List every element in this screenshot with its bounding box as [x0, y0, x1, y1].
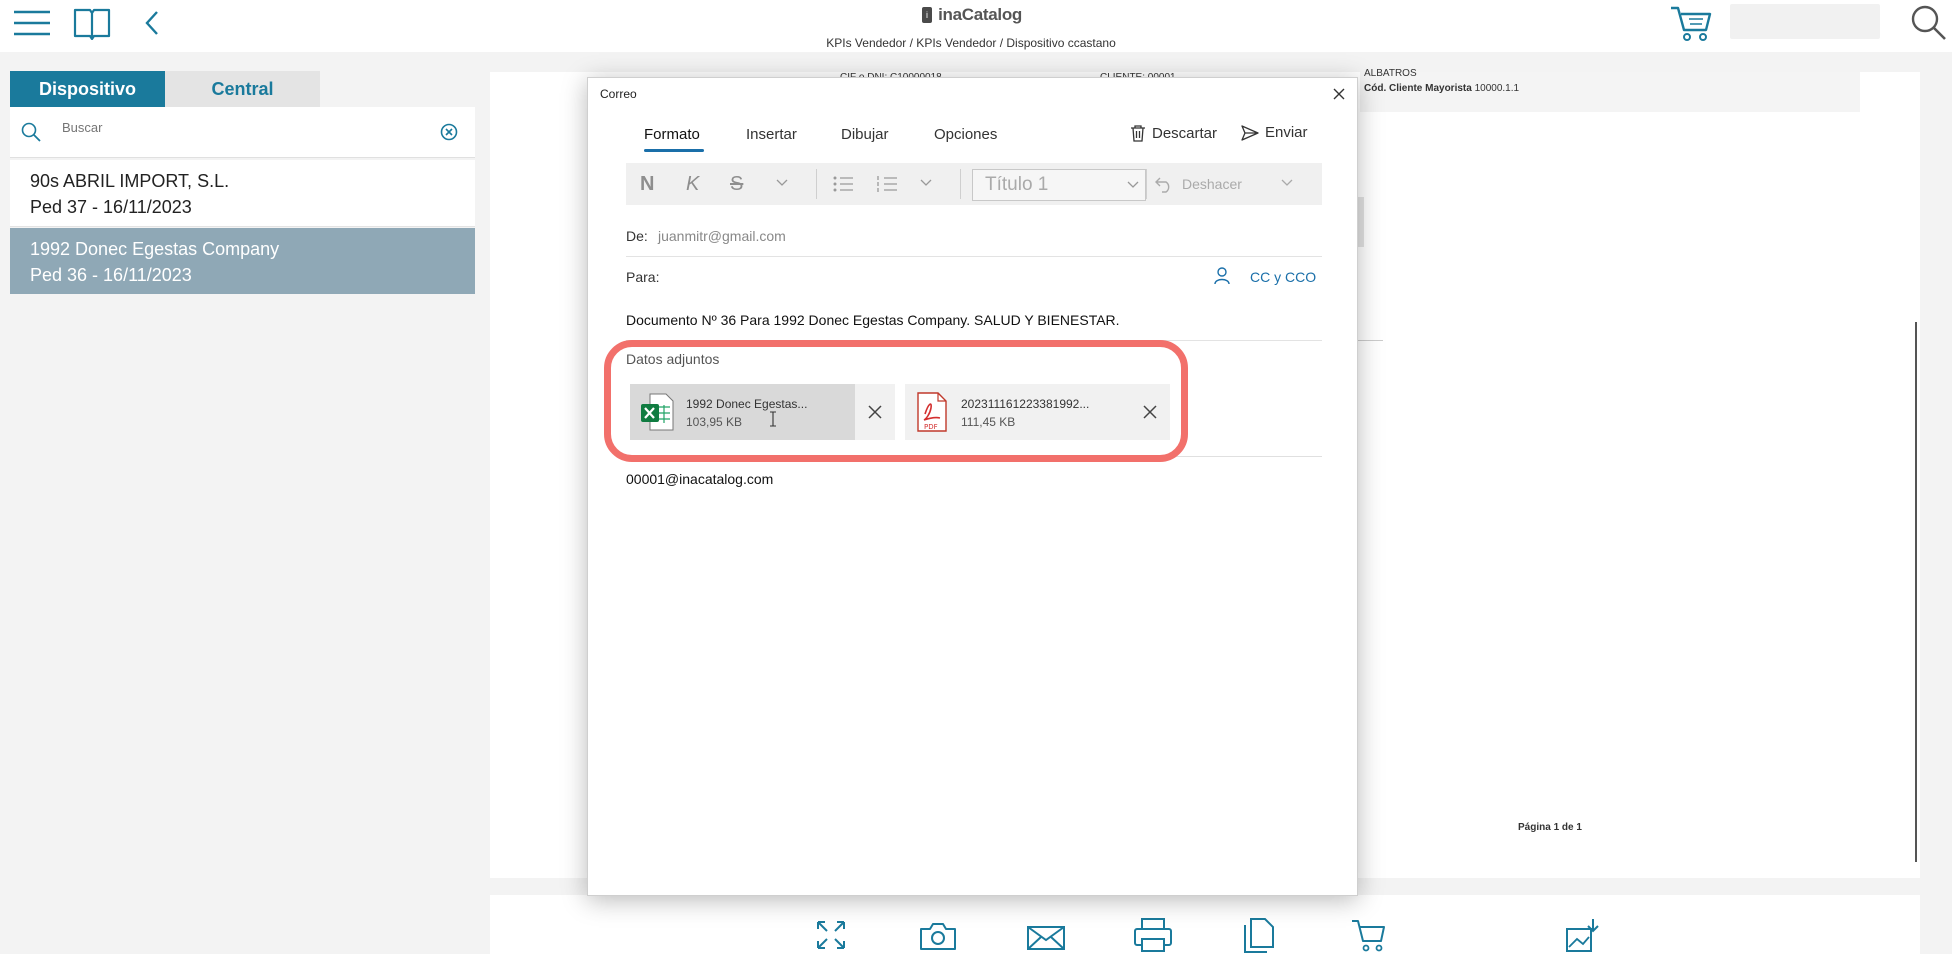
- top-bar: i inaCatalog KPIs Vendedor / KPIs Vended…: [0, 0, 1952, 52]
- toolbar-divider: [1146, 169, 1147, 199]
- bullet-list-icon[interactable]: [832, 175, 854, 193]
- document-toolbar: [490, 895, 1920, 954]
- subject-field[interactable]: Documento Nº 36 Para 1992 Donec Egestas …: [626, 309, 1322, 341]
- attachment-item[interactable]: 1992 Donec Egestas... 103,95 KB: [630, 384, 895, 440]
- attachments-title: Datos adjuntos: [626, 351, 720, 367]
- text-cursor-icon: [769, 411, 777, 427]
- tab-opciones[interactable]: Opciones: [934, 126, 997, 143]
- doc-header-text: ALBATROS: [1364, 68, 1417, 78]
- search-input[interactable]: [60, 119, 424, 136]
- discard-button[interactable]: Descartar: [1130, 124, 1217, 142]
- numbered-list-icon[interactable]: [876, 175, 898, 193]
- list-item[interactable]: 90s ABRIL IMPORT, S.L. Ped 37 - 16/11/20…: [10, 160, 475, 227]
- send-label: Enviar: [1265, 124, 1308, 141]
- to-field[interactable]: Para: CC y CCO: [626, 267, 1322, 297]
- logo-mark-icon: i: [922, 7, 933, 23]
- doc-scrollbar[interactable]: [1915, 322, 1917, 862]
- mail-dialog: Correo Formato Insertar Dibujar Opciones…: [587, 77, 1358, 896]
- bold-button[interactable]: N: [640, 173, 654, 196]
- remove-attachment-button[interactable]: [855, 384, 895, 440]
- attachment-info[interactable]: PDF 202311161223381992... 111,45 KB: [905, 384, 1130, 440]
- doc-divider: [1358, 340, 1383, 341]
- active-tab-indicator: [644, 149, 704, 152]
- excel-file-icon: [640, 393, 674, 431]
- list-item-title: 90s ABRIL IMPORT, S.L.: [30, 171, 230, 191]
- list-search-bar: [10, 107, 475, 158]
- strike-button[interactable]: S: [730, 173, 743, 196]
- heading-style-select[interactable]: Título 1: [972, 169, 1146, 201]
- hamburger-menu-icon[interactable]: [12, 8, 52, 38]
- tab-dispositivo[interactable]: Dispositivo: [10, 71, 165, 107]
- tab-central[interactable]: Central: [165, 71, 320, 107]
- tab-insertar[interactable]: Insertar: [746, 126, 797, 143]
- undo-label: Deshacer: [1182, 176, 1242, 192]
- remove-attachment-button[interactable]: [1130, 384, 1170, 440]
- tab-formato[interactable]: Formato: [644, 126, 700, 143]
- discard-label: Descartar: [1152, 124, 1218, 142]
- doc-client-row: Cód. Cliente Mayorista 10000.1.1: [1364, 83, 1519, 94]
- attachment-item[interactable]: PDF 202311161223381992... 111,45 KB: [905, 384, 1170, 440]
- add-to-cart-icon[interactable]: [1350, 917, 1386, 953]
- expand-icon[interactable]: [815, 919, 847, 951]
- from-value[interactable]: juanmitr@gmail.com: [658, 228, 786, 244]
- message-body[interactable]: 00001@inacatalog.com: [626, 471, 773, 487]
- tab-dibujar[interactable]: Dibujar: [841, 126, 889, 143]
- cc-bcc-link[interactable]: CC y CCO: [1250, 269, 1316, 285]
- chevron-down-icon[interactable]: [1281, 179, 1293, 187]
- search-icon[interactable]: [1908, 2, 1948, 42]
- doc-page-label: Página 1 de 1: [1518, 822, 1582, 833]
- book-icon[interactable]: [72, 6, 112, 40]
- shopping-cart-icon[interactable]: [1668, 2, 1714, 44]
- clear-search-icon[interactable]: [440, 123, 460, 143]
- from-field: De: juanmitr@gmail.com: [626, 226, 1322, 257]
- toolbar-divider: [960, 169, 961, 199]
- list-item-subtitle: Ped 37 - 16/11/2023: [30, 197, 192, 217]
- attachment-size: 111,45 KB: [961, 415, 1016, 429]
- copy-document-icon[interactable]: [1241, 917, 1277, 953]
- attachment-size: 103,95 KB: [686, 415, 743, 429]
- doc-divider: [1358, 197, 1364, 247]
- from-label: De:: [626, 228, 648, 244]
- list-item-title: 1992 Donec Egestas Company: [30, 239, 280, 259]
- download-image-icon[interactable]: [1565, 917, 1601, 953]
- subject-text: Documento Nº 36 Para 1992 Donec Egestas …: [626, 312, 1120, 328]
- attachment-name: 1992 Donec Egestas...: [686, 397, 808, 411]
- chevron-down-icon[interactable]: [776, 179, 788, 187]
- italic-button[interactable]: K: [686, 173, 699, 196]
- list-item-subtitle: Ped 36 - 16/11/2023: [30, 265, 192, 285]
- doc-client-value: 10000.1.1: [1474, 83, 1520, 94]
- panel-tabs: Dispositivo Central: [10, 71, 320, 107]
- send-button[interactable]: Enviar: [1241, 124, 1308, 141]
- breadcrumb: KPIs Vendedor / KPIs Vendedor / Disposit…: [826, 36, 1116, 50]
- undo-icon: [1154, 175, 1174, 193]
- send-icon: [1241, 124, 1259, 141]
- logo-text: inaCatalog: [938, 5, 1022, 24]
- mail-icon[interactable]: [1026, 925, 1066, 951]
- divider: [626, 456, 1322, 457]
- top-search-box[interactable]: [1730, 4, 1880, 39]
- app-logo: i inaCatalog: [922, 4, 1022, 26]
- undo-button[interactable]: Deshacer: [1154, 175, 1242, 193]
- chevron-down-icon[interactable]: [920, 179, 932, 187]
- toolbar-divider: [816, 169, 817, 199]
- close-icon[interactable]: [1331, 86, 1347, 102]
- attachment-info[interactable]: 1992 Donec Egestas... 103,95 KB: [630, 384, 855, 440]
- to-label: Para:: [626, 269, 660, 285]
- format-toolbar: N K S Título 1 Deshacer: [626, 163, 1322, 205]
- list-item-selected[interactable]: 1992 Donec Egestas Company Ped 36 - 16/1…: [10, 228, 475, 294]
- trash-icon: [1130, 124, 1146, 142]
- camera-icon[interactable]: [918, 921, 958, 951]
- dialog-title: Correo: [600, 87, 637, 101]
- doc-header-box: ALBATROS Cód. Cliente Mayorista 10000.1.…: [1360, 68, 1860, 112]
- svg-text:PDF: PDF: [924, 423, 938, 431]
- doc-client-label: Cód. Cliente Mayorista: [1364, 83, 1472, 94]
- search-icon: [20, 121, 42, 143]
- chevron-down-icon: [1127, 181, 1139, 189]
- attachment-name: 202311161223381992...: [961, 397, 1090, 411]
- back-chevron-icon[interactable]: [143, 10, 161, 36]
- pdf-file-icon: PDF: [916, 392, 948, 432]
- contact-person-icon[interactable]: [1214, 267, 1230, 285]
- print-icon[interactable]: [1133, 917, 1173, 953]
- heading-style-value: Título 1: [985, 174, 1049, 195]
